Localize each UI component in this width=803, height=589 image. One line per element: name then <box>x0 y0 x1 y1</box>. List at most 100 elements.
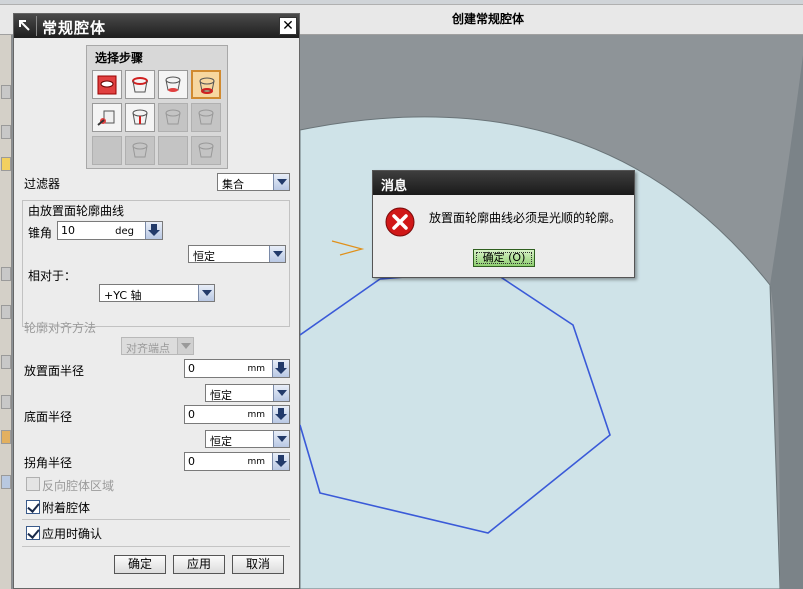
floor-radius-label: 底面半径 <box>24 410 73 424</box>
taper-mode-value: 恒定 <box>193 250 215 263</box>
toolbar-tool-icon[interactable] <box>1 125 11 139</box>
message-text: 放置面轮廓曲线必须是光顺的轮廓。 <box>429 211 622 225</box>
floor-radius-field[interactable]: 0 mm <box>184 405 290 424</box>
pocket-disabled-icon <box>198 109 214 125</box>
step-disabled-button[interactable] <box>191 136 221 165</box>
message-title-bar[interactable]: 消息 <box>373 171 634 195</box>
message-ok-button[interactable]: 确定 (O) <box>473 249 535 267</box>
profile-curve-icon <box>132 77 148 93</box>
taper-label: 锥角 <box>28 226 53 240</box>
step-disabled-button[interactable] <box>158 136 188 165</box>
step-placement-curve-button[interactable] <box>125 103 155 132</box>
divider <box>22 546 290 547</box>
taper-mode-select[interactable]: 恒定 <box>188 245 286 263</box>
taper-angle-field[interactable]: 10 deg <box>57 221 163 240</box>
toolbar-tool-icon[interactable] <box>1 355 11 369</box>
relative-to-select[interactable]: +YC 轴 <box>99 284 215 302</box>
profile-curve-group <box>22 200 290 327</box>
step-disabled-button[interactable] <box>191 103 221 132</box>
reverse-region-label: 反向腔体区域 <box>42 479 115 493</box>
confirm-on-apply-checkbox[interactable] <box>26 526 40 540</box>
floor-radius-mode: 恒定 <box>210 435 232 448</box>
filter-select[interactable]: 集合 <box>217 173 290 191</box>
toolbar-tool-icon[interactable] <box>1 430 11 444</box>
steps-header: 选择步骤 <box>95 51 144 65</box>
divider <box>22 519 290 520</box>
step-target-body-button[interactable] <box>92 103 122 132</box>
attach-pocket-checkbox[interactable] <box>26 500 40 514</box>
placement-radius-field[interactable]: 0 mm <box>184 359 290 378</box>
floor-radius-mode-select[interactable]: 恒定 <box>205 430 290 448</box>
toolbar-tool-icon[interactable] <box>1 475 11 489</box>
selection-steps: 选择步骤 <box>86 45 228 169</box>
apply-button[interactable]: 应用 <box>173 555 225 574</box>
step-disabled-button[interactable] <box>92 136 122 165</box>
chevron-down-icon[interactable] <box>273 385 289 401</box>
dialog-title: 常规腔体 <box>42 19 107 37</box>
toolbar-tool-icon[interactable] <box>1 267 11 281</box>
chevron-down-icon[interactable] <box>273 174 289 190</box>
cancel-button[interactable]: 取消 <box>232 555 284 574</box>
taper-unit: deg <box>115 226 134 237</box>
relative-label: 相对于： <box>28 269 77 283</box>
reverse-region-checkbox[interactable] <box>26 477 40 491</box>
regular-pocket-dialog: 常规腔体 ✕ 选择步骤 过滤器 集合 由放置面轮廓曲线 锥角 10 deg 恒定… <box>13 13 300 589</box>
floor-radius-value: 0 <box>188 408 195 421</box>
placement-radius-mode: 恒定 <box>210 389 232 402</box>
corner-radius-value: 0 <box>188 455 195 468</box>
arrow-down-icon[interactable] <box>272 360 289 377</box>
step-disabled-button[interactable] <box>158 103 188 132</box>
error-icon <box>385 207 415 237</box>
align-method-select[interactable]: 对齐端点 <box>121 337 194 355</box>
align-value: 对齐端点 <box>126 342 170 355</box>
placement-face-icon <box>97 75 117 95</box>
toolbar-strip <box>0 0 803 5</box>
step-placement-face-button[interactable] <box>92 70 122 99</box>
align-label: 轮廓对齐方法 <box>24 321 97 335</box>
corner-radius-field[interactable]: 0 mm <box>184 452 290 471</box>
target-body-icon <box>97 110 115 126</box>
filter-label: 过滤器 <box>24 177 61 191</box>
step-floor-face-button[interactable] <box>158 70 188 99</box>
curve-group-title: 由放置面轮廓曲线 <box>28 204 125 218</box>
step-disabled-button[interactable] <box>125 136 155 165</box>
message-dialog: 消息 放置面轮廓曲线必须是光顺的轮廓。 确定 (O) <box>372 170 635 278</box>
chevron-down-icon[interactable] <box>177 338 193 354</box>
chevron-down-icon[interactable] <box>273 431 289 447</box>
pocket-disabled-icon <box>132 142 148 158</box>
placement-radius-label: 放置面半径 <box>24 364 85 378</box>
relative-value: +YC 轴 <box>104 289 142 302</box>
pocket-disabled-icon <box>165 109 181 125</box>
filter-value: 集合 <box>222 178 244 191</box>
message-title: 消息 <box>381 179 408 194</box>
close-icon[interactable]: ✕ <box>279 17 297 35</box>
window-title: 创建常规腔体 <box>452 12 525 26</box>
placement-radius-mode-select[interactable]: 恒定 <box>205 384 290 402</box>
toolbar-tool-icon[interactable] <box>1 85 11 99</box>
floor-radius-unit: mm <box>247 410 265 420</box>
pin-icon[interactable] <box>17 18 33 34</box>
step-floor-curve-button[interactable] <box>191 70 221 99</box>
title-separator <box>36 16 37 36</box>
arrow-down-icon[interactable] <box>272 453 289 470</box>
floor-face-icon <box>165 76 181 92</box>
dialog-title-bar[interactable]: 常规腔体 ✕ <box>14 14 299 38</box>
corner-radius-label: 拐角半径 <box>24 456 73 470</box>
ok-button[interactable]: 确定 <box>114 555 166 574</box>
taper-value: 10 <box>61 224 75 237</box>
attach-label: 附着腔体 <box>42 501 91 515</box>
model-view <box>300 55 803 589</box>
left-toolbar <box>0 35 12 589</box>
corner-radius-unit: mm <box>247 457 265 467</box>
toolbar-tool-icon[interactable] <box>1 395 11 409</box>
graphics-viewport[interactable] <box>300 35 803 589</box>
chevron-down-icon[interactable] <box>198 285 214 301</box>
arrow-down-icon[interactable] <box>272 406 289 423</box>
arrow-down-icon[interactable] <box>145 222 162 239</box>
toolbar-tool-icon[interactable] <box>1 157 11 171</box>
pocket-disabled-icon <box>198 142 214 158</box>
placement-radius-value: 0 <box>188 362 195 375</box>
step-profile-curve-button[interactable] <box>125 70 155 99</box>
chevron-down-icon[interactable] <box>269 246 285 262</box>
toolbar-tool-icon[interactable] <box>1 305 11 319</box>
